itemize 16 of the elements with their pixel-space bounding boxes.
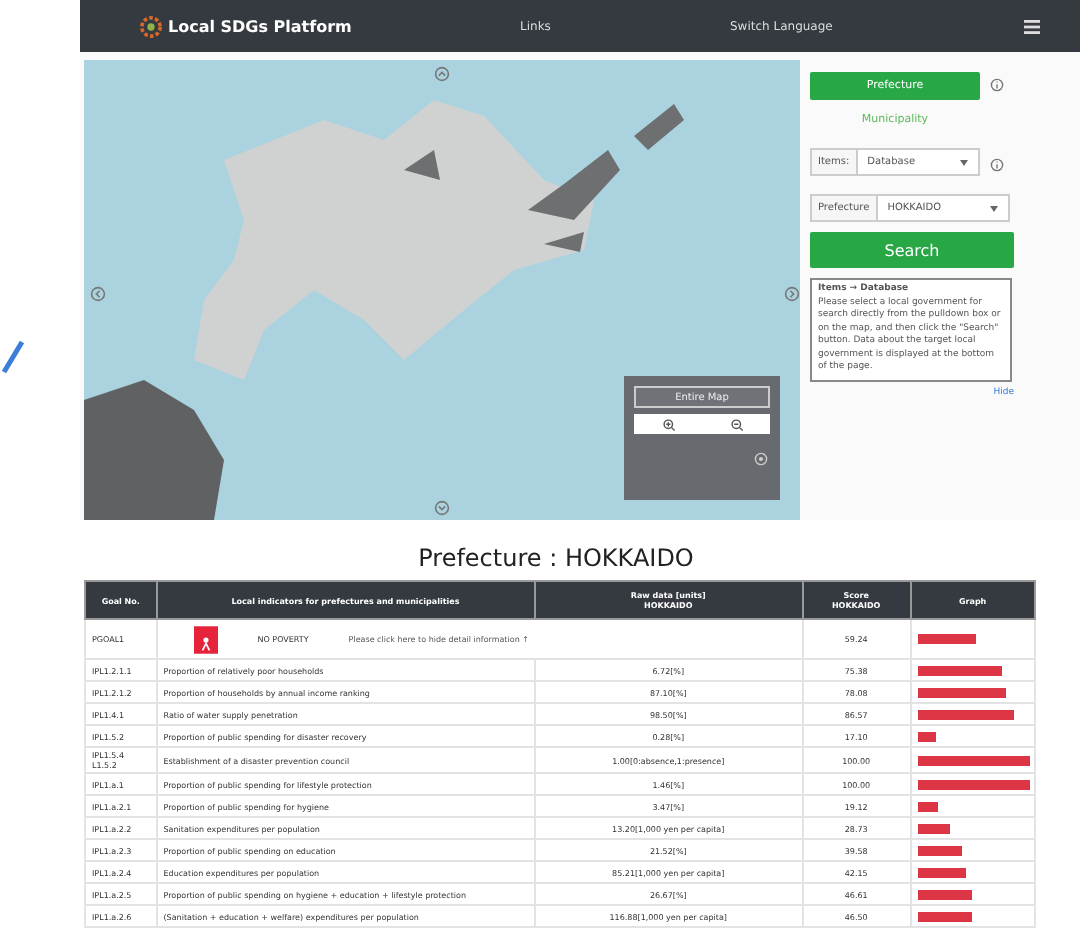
caret-icon bbox=[960, 159, 968, 165]
zoom-in-icon[interactable] bbox=[661, 417, 675, 431]
pan-right-icon[interactable] bbox=[784, 286, 800, 302]
goal-icon bbox=[193, 625, 218, 653]
info-icon[interactable] bbox=[990, 78, 1004, 92]
info-icon[interactable] bbox=[990, 158, 1004, 172]
brand-name[interactable]: Local SDGs Platform bbox=[168, 17, 352, 35]
zoom-out-icon[interactable] bbox=[729, 417, 743, 431]
pan-left-icon[interactable] bbox=[90, 286, 106, 302]
pan-up-icon[interactable] bbox=[434, 66, 450, 82]
logo-icon bbox=[140, 15, 162, 37]
locate-icon[interactable] bbox=[754, 452, 768, 466]
pan-down-icon[interactable] bbox=[434, 500, 450, 516]
result-title: Prefecture : HOKKAIDO bbox=[416, 544, 696, 572]
caret-icon bbox=[990, 205, 998, 211]
menu-icon[interactable] bbox=[1024, 19, 1040, 33]
